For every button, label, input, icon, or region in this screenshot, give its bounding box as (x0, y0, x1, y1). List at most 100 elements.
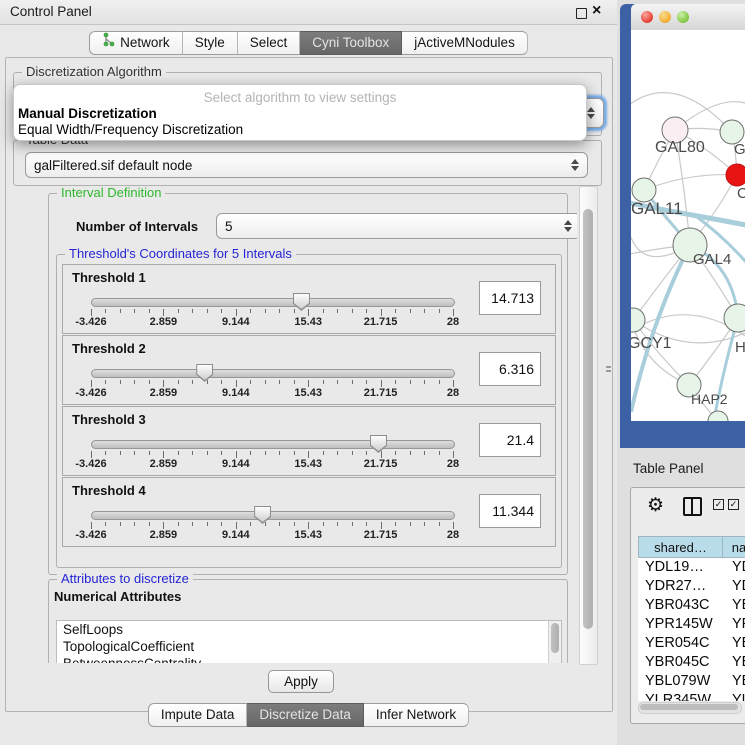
tick-mark (207, 380, 208, 384)
tab-network[interactable]: Network (89, 31, 183, 55)
table-header-row: shared…na (638, 536, 745, 558)
attributes-list[interactable]: SelfLoopsTopologicalCoefficientBetweenne… (56, 620, 562, 663)
num-intervals-combobox[interactable]: 5 (216, 213, 577, 239)
attributes-list-scrollbar[interactable] (548, 621, 561, 663)
threshold-slider[interactable] (91, 511, 455, 520)
tab-impute-data[interactable]: Impute Data (148, 703, 248, 727)
column-header[interactable]: na (722, 536, 745, 558)
tick-label: 21.715 (364, 387, 398, 399)
dropdown-option[interactable]: Equal Width/Frequency Discretization (17, 122, 583, 138)
tick-label: 15.43 (294, 529, 322, 541)
tick-mark (91, 451, 92, 458)
tab-discretize-data[interactable]: Discretize Data (247, 703, 364, 727)
threshold-value-field[interactable]: 21.4 (479, 423, 541, 457)
table-row[interactable]: YDR27…YDR2 (638, 577, 745, 596)
tick-label: 2.859 (150, 458, 178, 470)
float-window-icon[interactable] (576, 8, 587, 19)
tick-mark (192, 522, 193, 526)
tab-label: Infer Network (376, 704, 456, 726)
table-row[interactable]: YER054CYER0 (638, 634, 745, 653)
network-window-titlebar[interactable] (631, 4, 745, 31)
tick-label: -3.426 (75, 529, 106, 541)
tick-mark (134, 451, 135, 455)
tab-jactivemnodules[interactable]: jActiveMNodules (402, 31, 528, 55)
tick-mark (453, 380, 454, 387)
apply-button[interactable]: Apply (268, 670, 334, 693)
threshold-slider[interactable] (91, 298, 455, 307)
tab-label: Style (195, 32, 225, 54)
spinner-arrows-icon (571, 159, 579, 171)
tick-mark (221, 309, 222, 313)
checkbox-icon[interactable]: ✓ (713, 499, 724, 510)
tick-label: -3.426 (75, 458, 106, 470)
network-node[interactable] (726, 164, 745, 186)
minimize-traffic-light[interactable] (659, 11, 671, 23)
main-scrollbar[interactable] (579, 186, 598, 665)
threshold-value-field[interactable]: 6.316 (479, 352, 541, 386)
zoom-traffic-light[interactable] (677, 11, 689, 23)
tick-label: -3.426 (75, 387, 106, 399)
tick-mark (134, 522, 135, 526)
tick-mark (149, 522, 150, 526)
table-row[interactable]: YLR345WYLR3 (638, 691, 745, 701)
spinner-arrows-icon (587, 107, 595, 119)
threshold-slider[interactable] (91, 369, 455, 378)
slider-tick-labels: -3.4262.8599.14415.4321.71528 (91, 387, 453, 400)
list-item[interactable]: SelfLoops (57, 621, 561, 638)
dropdown-option[interactable]: Manual Discretization (17, 106, 583, 122)
table-row[interactable]: YBL079WYBL0 (638, 672, 745, 691)
tick-mark (424, 522, 425, 526)
table-row[interactable]: YPR145WYPR1 (638, 615, 745, 634)
tab-select[interactable]: Select (238, 31, 301, 55)
table-row[interactable]: YBR045CYBR0 (638, 653, 745, 672)
checkbox-icon[interactable]: ✓ (728, 499, 739, 510)
tick-label: 21.715 (364, 529, 398, 541)
close-traffic-light[interactable] (641, 11, 653, 23)
main-scrollbar-thumb[interactable] (583, 209, 593, 629)
table-row[interactable]: YDL19…YDL1 (638, 558, 745, 577)
threshold-label: Threshold 3 (72, 412, 146, 427)
tick-mark (453, 451, 454, 458)
tab-label: Impute Data (161, 704, 235, 726)
tick-mark (207, 451, 208, 455)
tab-label: Discretize Data (259, 704, 351, 726)
network-node[interactable] (631, 308, 645, 332)
list-item[interactable]: BetweennessCentrality (57, 655, 561, 663)
network-node[interactable] (724, 304, 745, 332)
tick-label: 9.144 (222, 316, 250, 328)
gear-icon[interactable]: ⚙ (647, 494, 664, 517)
tick-label: 2.859 (150, 316, 178, 328)
column-header[interactable]: shared… (638, 536, 722, 558)
tab-label: Select (250, 32, 288, 54)
control-panel-title: Control Panel (10, 4, 92, 19)
tick-mark (410, 451, 411, 455)
table-h-scrollbar-thumb[interactable] (640, 704, 738, 710)
screenshot-root: Control Panel × Network Style Select Cyni T… (0, 0, 745, 745)
list-item[interactable]: TopologicalCoefficient (57, 638, 561, 655)
table-cell: YLR345W (638, 691, 728, 701)
threshold-slider[interactable] (91, 440, 455, 449)
tab-style[interactable]: Style (183, 31, 238, 55)
threshold-value-field[interactable]: 14.713 (479, 281, 541, 315)
close-icon[interactable]: × (592, 2, 601, 20)
tab-infer-network[interactable]: Infer Network (364, 703, 469, 727)
tab-cyni-toolbox[interactable]: Cyni Toolbox (300, 31, 402, 55)
table-data-combobox[interactable]: galFiltered.sif default node (25, 152, 588, 178)
splitter-grip[interactable] (606, 366, 611, 374)
table-row[interactable]: YBR043CYBR0 (638, 596, 745, 615)
columns-icon[interactable] (683, 497, 702, 516)
network-view-canvas[interactable]: GAL80GACGAL11GAL4GCY1HHAP2 (631, 30, 745, 421)
tick-mark (410, 522, 411, 526)
network-node-label: GAL80 (655, 139, 705, 156)
tick-mark (250, 380, 251, 384)
tick-label: -3.426 (75, 316, 106, 328)
table-cell: YBR0 (728, 596, 745, 615)
tick-mark (352, 380, 353, 384)
bottom-tab-strip: Impute Data Discretize Data Infer Network (0, 703, 617, 727)
network-edge[interactable] (644, 175, 737, 190)
table-cell: YBR045C (638, 653, 728, 672)
threshold-panel: Threshold 4-3.4262.8599.14415.4321.71528… (62, 477, 556, 547)
threshold-value-field[interactable]: 11.344 (479, 494, 541, 528)
table-h-scrollbar[interactable] (638, 702, 742, 714)
tick-label: 28 (447, 458, 459, 470)
